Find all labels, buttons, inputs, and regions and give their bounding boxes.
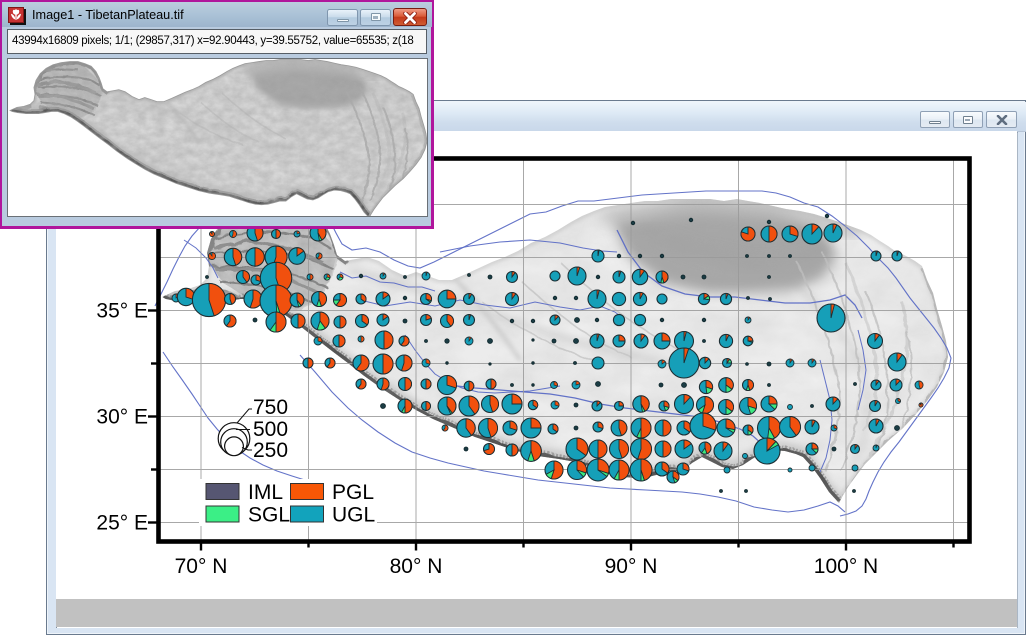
svg-text:80° N: 80° N [390, 555, 443, 578]
svg-text:750: 750 [253, 396, 288, 419]
svg-text:100° N: 100° N [814, 555, 878, 578]
svg-text:35° E: 35° E [96, 300, 148, 323]
svg-text:SGL: SGL [248, 504, 290, 527]
svg-text:500: 500 [253, 418, 288, 441]
svg-text:30° E: 30° E [96, 406, 148, 429]
svg-text:UGL: UGL [332, 504, 375, 527]
svg-text:70° N: 70° N [175, 555, 228, 578]
svg-text:250: 250 [253, 439, 288, 462]
svg-text:IML: IML [248, 481, 283, 504]
svg-text:PGL: PGL [332, 481, 374, 504]
svg-text:25° E: 25° E [96, 512, 148, 535]
svg-text:90° N: 90° N [605, 555, 658, 578]
